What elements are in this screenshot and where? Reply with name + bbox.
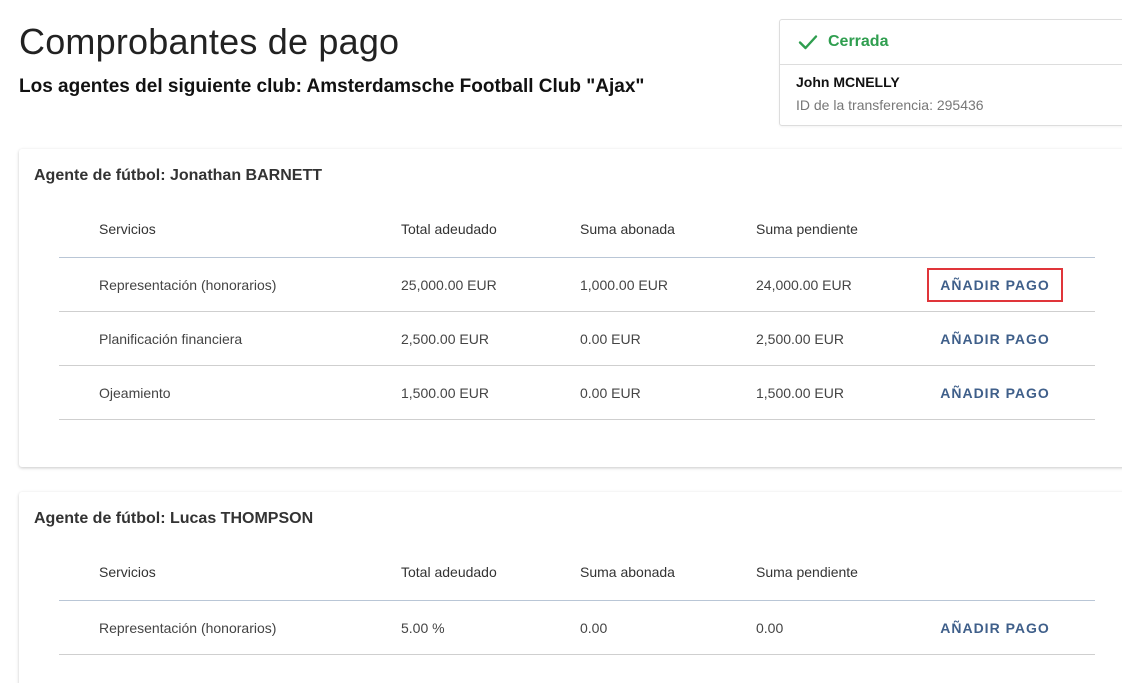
- cell-paid: 0.00 EUR: [580, 330, 641, 347]
- payments-table: Servicios Total adeudado Suma abonada Su…: [59, 544, 1095, 655]
- cell-total: 25,000.00 EUR: [401, 276, 497, 293]
- header-services: Servicios: [99, 221, 156, 237]
- add-payment-button[interactable]: AÑADIR PAGO: [927, 611, 1063, 645]
- cell-pending: 0.00: [756, 619, 784, 636]
- header-pending: Suma pendiente: [756, 221, 858, 237]
- agent-card-thompson: Agente de fútbol: Lucas THOMPSON Servici…: [19, 492, 1122, 683]
- header-total: Total adeudado: [401, 564, 497, 580]
- status-label: Cerrada: [828, 33, 889, 50]
- cell-action: AÑADIR PAGO: [931, 312, 1059, 365]
- add-payment-button[interactable]: AÑADIR PAGO: [927, 267, 1063, 302]
- table-header: Servicios Total adeudado Suma abonada Su…: [59, 201, 1095, 258]
- cell-action: AÑADIR PAGO: [927, 258, 1063, 311]
- check-icon: [798, 35, 818, 50]
- header-total: Total adeudado: [401, 221, 497, 237]
- payments-table: Servicios Total adeudado Suma abonada Su…: [59, 201, 1095, 420]
- cell-paid: 0.00 EUR: [580, 384, 641, 401]
- table-header: Servicios Total adeudado Suma abonada Su…: [59, 544, 1095, 601]
- table-row: Representación (honorarios) 5.00 % 0.00 …: [59, 601, 1095, 655]
- status-card: Cerrada John MCNELLY ID de la transferen…: [779, 19, 1122, 126]
- table-row: Ojeamiento 1,500.00 EUR 0.00 EUR 1,500.0…: [59, 366, 1095, 420]
- cell-pending: 24,000.00 EUR: [756, 276, 852, 293]
- cell-paid: 0.00: [580, 619, 608, 636]
- cell-action: AÑADIR PAGO: [931, 366, 1059, 419]
- table-row: Representación (honorarios) 25,000.00 EU…: [59, 258, 1095, 312]
- agent-title: Agente de fútbol: Jonathan BARNETT: [34, 167, 322, 184]
- cell-paid: 1,000.00 EUR: [580, 276, 668, 293]
- page-title: Comprobantes de pago: [19, 21, 400, 62]
- agent-title: Agente de fútbol: Lucas THOMPSON: [34, 510, 314, 527]
- add-payment-button[interactable]: AÑADIR PAGO: [927, 322, 1063, 356]
- agent-card-barnett: Agente de fútbol: Jonathan BARNETT Servi…: [19, 149, 1122, 467]
- cell-service: Ojeamiento: [99, 384, 171, 401]
- header-pending: Suma pendiente: [756, 564, 858, 580]
- cell-service: Representación (honorarios): [99, 619, 277, 636]
- status-person-name: John MCNELLY: [796, 74, 900, 90]
- cell-total: 1,500.00 EUR: [401, 384, 489, 401]
- page-subtitle: Los agentes del siguiente club: Amsterda…: [19, 76, 645, 97]
- transfer-id: ID de la transferencia: 295436: [796, 97, 984, 113]
- cell-action: AÑADIR PAGO: [931, 601, 1059, 654]
- cell-total: 2,500.00 EUR: [401, 330, 489, 347]
- table-row: Planificación financiera 2,500.00 EUR 0.…: [59, 312, 1095, 366]
- cell-pending: 1,500.00 EUR: [756, 384, 844, 401]
- header-paid: Suma abonada: [580, 221, 675, 237]
- header-paid: Suma abonada: [580, 564, 675, 580]
- cell-service: Representación (honorarios): [99, 276, 277, 293]
- cell-service: Planificación financiera: [99, 330, 243, 347]
- header-services: Servicios: [99, 564, 156, 580]
- status-header: Cerrada: [780, 20, 1122, 65]
- page: Comprobantes de pago Los agentes del sig…: [0, 0, 1122, 683]
- cell-total: 5.00 %: [401, 619, 445, 636]
- cell-pending: 2,500.00 EUR: [756, 330, 844, 347]
- add-payment-button[interactable]: AÑADIR PAGO: [927, 376, 1063, 410]
